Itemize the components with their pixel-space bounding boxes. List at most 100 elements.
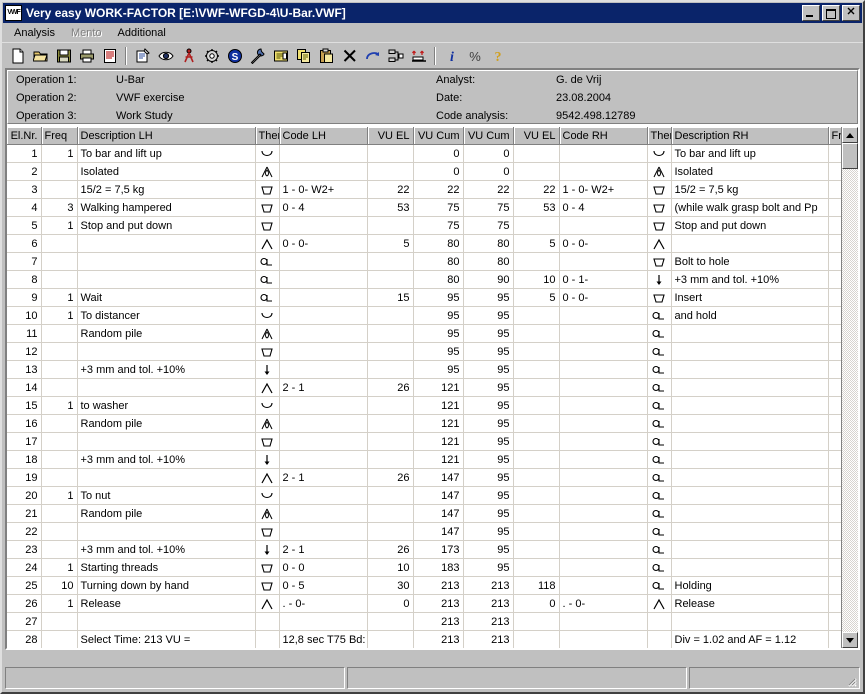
- col-elnr-left[interactable]: El.Nr.: [7, 127, 42, 145]
- cell-freq-right[interactable]: [828, 324, 841, 343]
- cell-vu-el-right[interactable]: [513, 540, 560, 559]
- cell-vu-cum-right[interactable]: 213: [463, 576, 514, 595]
- cell-vu-el-left[interactable]: [367, 270, 414, 289]
- cell-vu-el-right[interactable]: [513, 630, 560, 648]
- cell-ther-left[interactable]: [255, 360, 280, 379]
- cell-freq-right[interactable]: [828, 342, 841, 361]
- cell-freq-left[interactable]: [41, 162, 78, 181]
- cell-code-lh[interactable]: [279, 270, 368, 289]
- analysis-person-icon[interactable]: [177, 45, 200, 67]
- cell-description-rh[interactable]: [671, 612, 829, 631]
- cell-description-lh[interactable]: to washer: [77, 396, 256, 415]
- cell-elnr-left[interactable]: 9: [7, 288, 42, 307]
- table-row[interactable]: 60 - 0-5808050 - 0-6: [7, 234, 841, 253]
- cell-freq-right[interactable]: 1: [828, 594, 841, 613]
- cell-vu-el-left[interactable]: 15: [367, 288, 414, 307]
- cell-vu-cum-left[interactable]: 95: [413, 342, 464, 361]
- cell-vu-el-left[interactable]: [367, 306, 414, 325]
- cell-vu-cum-left[interactable]: 0: [413, 144, 464, 163]
- cell-freq-left[interactable]: [41, 414, 78, 433]
- eye-view-icon[interactable]: [154, 45, 177, 67]
- cell-code-lh[interactable]: [279, 216, 368, 235]
- cell-elnr-left[interactable]: 18: [7, 450, 42, 469]
- cell-ther-right[interactable]: [647, 288, 672, 307]
- cell-vu-cum-left[interactable]: 147: [413, 522, 464, 541]
- cell-code-rh[interactable]: [559, 522, 648, 541]
- cell-ther-right[interactable]: [647, 180, 672, 199]
- help-question-icon[interactable]: ?: [486, 45, 509, 67]
- cell-freq-right[interactable]: [828, 378, 841, 397]
- cell-code-lh[interactable]: [279, 288, 368, 307]
- cell-freq-left[interactable]: [41, 180, 78, 199]
- table-row[interactable]: 25 10 Turning down by hand 0 - 5 30 213 213 118…: [7, 576, 841, 595]
- cell-code-lh[interactable]: 1 - 0- W2+: [279, 180, 368, 199]
- minimize-button[interactable]: [802, 5, 820, 21]
- cell-freq-left[interactable]: [41, 234, 78, 253]
- cell-description-rh[interactable]: Insert: [671, 288, 829, 307]
- cell-vu-el-left[interactable]: [367, 144, 414, 163]
- copy-icon[interactable]: [292, 45, 315, 67]
- cell-freq-left[interactable]: [41, 342, 78, 361]
- cell-vu-cum-left[interactable]: 147: [413, 486, 464, 505]
- cell-code-rh[interactable]: [559, 630, 648, 648]
- cell-description-lh[interactable]: Random pile: [77, 504, 256, 523]
- cell-code-rh[interactable]: [559, 144, 648, 163]
- table-row[interactable]: 171219517: [7, 432, 841, 451]
- cell-code-lh[interactable]: [279, 396, 368, 415]
- cell-freq-left[interactable]: [41, 612, 78, 631]
- cell-description-rh[interactable]: [671, 378, 829, 397]
- print-icon[interactable]: [75, 45, 98, 67]
- cell-code-rh[interactable]: [559, 324, 648, 343]
- cell-vu-cum-right[interactable]: 0: [463, 162, 514, 181]
- cell-ther-left[interactable]: [255, 468, 280, 487]
- cell-vu-cum-left[interactable]: 121: [413, 414, 464, 433]
- cell-vu-el-right[interactable]: 53: [513, 198, 560, 217]
- cell-code-rh[interactable]: [559, 360, 648, 379]
- cell-code-lh[interactable]: 2 - 1: [279, 378, 368, 397]
- cell-description-rh[interactable]: and hold: [671, 306, 829, 325]
- cell-elnr-left[interactable]: 19: [7, 468, 42, 487]
- cell-description-lh[interactable]: [77, 522, 256, 541]
- cell-vu-el-left[interactable]: [367, 522, 414, 541]
- table-row[interactable]: 3 15/2 = 7,5 kg 1 - 0- W2+ 22 22 22 22 1 - 0- W…: [7, 180, 841, 199]
- cell-description-lh[interactable]: [77, 378, 256, 397]
- cell-ther-left[interactable]: [255, 234, 280, 253]
- cell-description-rh[interactable]: [671, 414, 829, 433]
- cell-vu-el-right[interactable]: 118: [513, 576, 560, 595]
- cell-elnr-left[interactable]: 11: [7, 324, 42, 343]
- cell-ther-left[interactable]: [255, 450, 280, 469]
- cell-ther-right[interactable]: [647, 612, 672, 631]
- cell-vu-cum-right[interactable]: 90: [463, 270, 514, 289]
- cell-ther-right[interactable]: [647, 396, 672, 415]
- cell-vu-el-right[interactable]: 10: [513, 270, 560, 289]
- cell-description-rh[interactable]: [671, 504, 829, 523]
- cell-description-lh[interactable]: [77, 612, 256, 631]
- cell-vu-el-left[interactable]: [367, 630, 414, 648]
- cell-description-lh[interactable]: [77, 252, 256, 271]
- cell-vu-cum-left[interactable]: 75: [413, 198, 464, 217]
- cell-description-rh[interactable]: [671, 432, 829, 451]
- cell-ther-right[interactable]: [647, 522, 672, 541]
- cell-freq-left[interactable]: 10: [41, 576, 78, 595]
- cell-ther-left[interactable]: [255, 306, 280, 325]
- table-row[interactable]: 221479522: [7, 522, 841, 541]
- cell-code-rh[interactable]: [559, 414, 648, 433]
- cell-code-rh[interactable]: [559, 252, 648, 271]
- new-document-icon[interactable]: [6, 45, 29, 67]
- cell-vu-el-left[interactable]: [367, 432, 414, 451]
- cell-vu-el-right[interactable]: 5: [513, 288, 560, 307]
- cell-ther-left[interactable]: [255, 630, 280, 648]
- table-row[interactable]: 101To distancer9595and hold10: [7, 306, 841, 325]
- cell-vu-cum-left[interactable]: 213: [413, 576, 464, 595]
- table-row[interactable]: 13+3 mm and tol. +10%959513: [7, 360, 841, 379]
- cell-freq-right[interactable]: 1: [828, 576, 841, 595]
- cell-ther-left[interactable]: [255, 342, 280, 361]
- cell-ther-left[interactable]: [255, 288, 280, 307]
- cell-code-rh[interactable]: [559, 162, 648, 181]
- cell-ther-left[interactable]: [255, 522, 280, 541]
- cell-elnr-left[interactable]: 26: [7, 594, 42, 613]
- cell-freq-left[interactable]: 1: [41, 306, 78, 325]
- cell-ther-left[interactable]: [255, 576, 280, 595]
- cell-vu-el-right[interactable]: 0: [513, 594, 560, 613]
- cell-vu-cum-right[interactable]: 213: [463, 612, 514, 631]
